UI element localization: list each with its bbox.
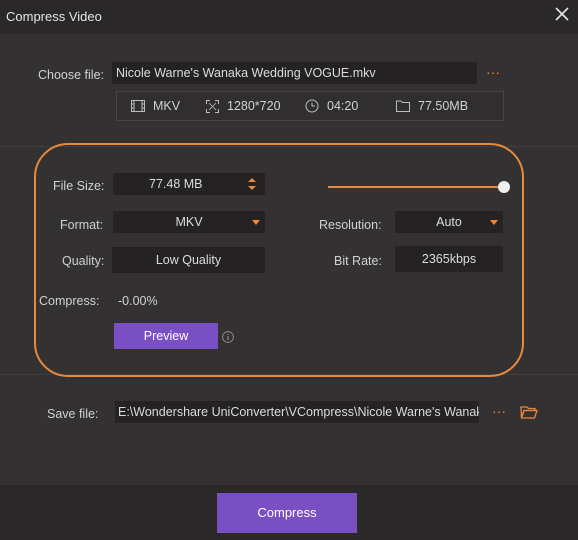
expand-icon	[206, 99, 219, 113]
size-info: 77.50MB	[396, 98, 468, 114]
choose-file-more-button[interactable]: ···	[486, 64, 500, 80]
save-path-field[interactable]: E:\Wondershare UniConverter\VCompress\Ni…	[115, 401, 479, 423]
bitrate-label: Bit Rate:	[334, 254, 382, 268]
format-info: MKV	[131, 98, 180, 114]
source-file-field[interactable]: Nicole Warne's Wanaka Wedding VOGUE.mkv	[112, 62, 477, 84]
file-size-slider[interactable]	[328, 186, 504, 188]
info-icon[interactable]	[222, 331, 234, 343]
file-size-label: File Size:	[53, 179, 105, 193]
spinner-arrows-icon[interactable]	[248, 177, 256, 191]
resolution-info: 1280*720	[206, 98, 281, 114]
resolution-select-value: Auto	[436, 215, 462, 229]
folder-icon	[396, 100, 410, 112]
compress-ratio-value: -0.00%	[118, 294, 158, 308]
compress-button[interactable]: Compress	[217, 493, 357, 533]
close-icon[interactable]	[553, 5, 571, 23]
file-info-box: MKV 1280*720 04:20 77.50MB	[116, 91, 504, 121]
quality-select-value: Low Quality	[155, 253, 222, 267]
format-select[interactable]: MKV	[113, 211, 265, 233]
bitrate-value: 2365kbps	[421, 252, 477, 266]
file-size-slider-handle[interactable]	[498, 181, 510, 193]
compress-ratio-label: Compress:	[39, 294, 100, 308]
save-file-label: Save file:	[47, 407, 99, 421]
file-size-value: 77.48 MB	[149, 177, 203, 191]
format-label: Format:	[60, 218, 104, 232]
format-select-value: MKV	[175, 215, 203, 229]
format-info-value: MKV	[153, 99, 181, 113]
save-file-more-button[interactable]: ···	[492, 403, 506, 419]
clock-icon	[305, 99, 319, 113]
resolution-select[interactable]: Auto	[395, 211, 503, 233]
duration-info-value: 04:20	[327, 99, 359, 113]
size-info-value: 77.50MB	[418, 99, 469, 113]
file-size-input[interactable]: 77.48 MB	[113, 173, 265, 195]
chevron-down-icon	[490, 220, 498, 225]
window-title: Compress Video	[6, 9, 102, 24]
choose-file-label: Choose file:	[38, 68, 105, 82]
quality-select[interactable]: Low Quality	[112, 247, 265, 273]
quality-label: Quality:	[62, 254, 105, 268]
preview-button[interactable]: Preview	[114, 323, 218, 349]
title-bar: Compress Video	[0, 0, 578, 34]
duration-info: 04:20	[305, 98, 358, 114]
bitrate-field[interactable]: 2365kbps	[395, 246, 503, 272]
resolution-label: Resolution:	[319, 218, 382, 232]
film-icon	[131, 100, 145, 112]
chevron-down-icon	[252, 220, 260, 225]
open-folder-icon[interactable]	[520, 404, 538, 420]
resolution-info-value: 1280*720	[227, 99, 281, 113]
